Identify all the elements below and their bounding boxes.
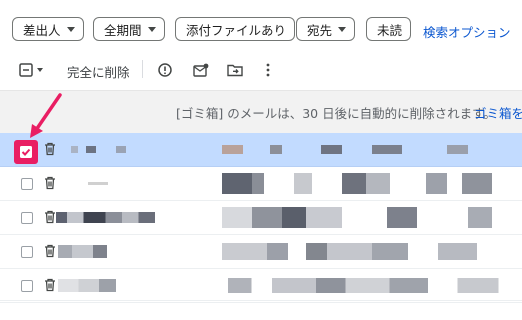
redacted-subject bbox=[222, 207, 522, 228]
filter-to-chip[interactable]: 宛先 bbox=[296, 17, 356, 41]
row-checkbox[interactable] bbox=[21, 246, 33, 258]
move-to-folder-icon[interactable] bbox=[225, 60, 245, 80]
filter-attachment-chip[interactable]: 添付ファイルあり bbox=[175, 17, 296, 41]
filter-from-label: 差出人 bbox=[23, 22, 61, 38]
select-all-checkbox-icon[interactable] bbox=[16, 60, 36, 80]
chevron-down-icon bbox=[147, 26, 156, 32]
email-row[interactable] bbox=[0, 269, 522, 303]
empty-trash-link[interactable]: ゴミ箱を bbox=[474, 103, 522, 122]
filter-attachment-label: 添付ファイルあり bbox=[186, 22, 287, 38]
trash-icon[interactable] bbox=[42, 175, 58, 191]
row-checkbox[interactable] bbox=[21, 280, 33, 292]
chevron-down-icon bbox=[338, 26, 347, 32]
trash-icon[interactable] bbox=[42, 141, 58, 157]
row-checkbox[interactable] bbox=[21, 178, 33, 190]
trash-icon[interactable] bbox=[42, 209, 58, 225]
mark-unread-icon[interactable] bbox=[191, 60, 211, 80]
delete-forever-button[interactable]: 完全に削除 bbox=[67, 62, 130, 81]
list-bottom-divider bbox=[0, 300, 522, 301]
redacted-subject bbox=[228, 278, 522, 293]
redacted-subject bbox=[222, 243, 522, 260]
redacted-subject bbox=[222, 145, 522, 154]
advanced-search-link[interactable]: 検索オプション bbox=[423, 22, 511, 41]
trash-notice-text: [ゴミ箱] のメールは、30 日後に自動的に削除されます。 bbox=[176, 106, 496, 121]
chevron-down-icon bbox=[66, 26, 75, 32]
email-row[interactable] bbox=[0, 167, 522, 201]
email-row[interactable] bbox=[0, 133, 522, 167]
redacted-sender bbox=[58, 279, 126, 292]
more-vert-icon[interactable] bbox=[258, 60, 278, 80]
filter-unread-label: 未読 bbox=[377, 22, 403, 38]
trash-icon[interactable] bbox=[42, 243, 58, 259]
email-row[interactable] bbox=[0, 235, 522, 269]
filter-date-label: 全期間 bbox=[104, 22, 142, 38]
redacted-sender bbox=[88, 182, 108, 185]
trash-icon[interactable] bbox=[42, 277, 58, 293]
filter-date-chip[interactable]: 全期間 bbox=[93, 17, 165, 41]
redacted-sender bbox=[66, 146, 166, 153]
filter-unread-chip[interactable]: 未読 bbox=[366, 17, 412, 41]
email-row[interactable] bbox=[0, 201, 522, 235]
redacted-sender bbox=[56, 212, 166, 223]
toolbar-divider bbox=[142, 60, 143, 78]
report-spam-icon[interactable] bbox=[155, 60, 175, 80]
annotation-highlight-box bbox=[14, 140, 38, 164]
annotation-arrow-icon bbox=[30, 93, 62, 138]
caret-down-icon[interactable] bbox=[34, 60, 46, 80]
redacted-sender bbox=[58, 245, 128, 258]
filter-from-chip[interactable]: 差出人 bbox=[12, 17, 84, 41]
row-checkbox[interactable] bbox=[21, 212, 33, 224]
redacted-subject bbox=[222, 173, 522, 194]
filter-to-label: 宛先 bbox=[307, 22, 333, 38]
